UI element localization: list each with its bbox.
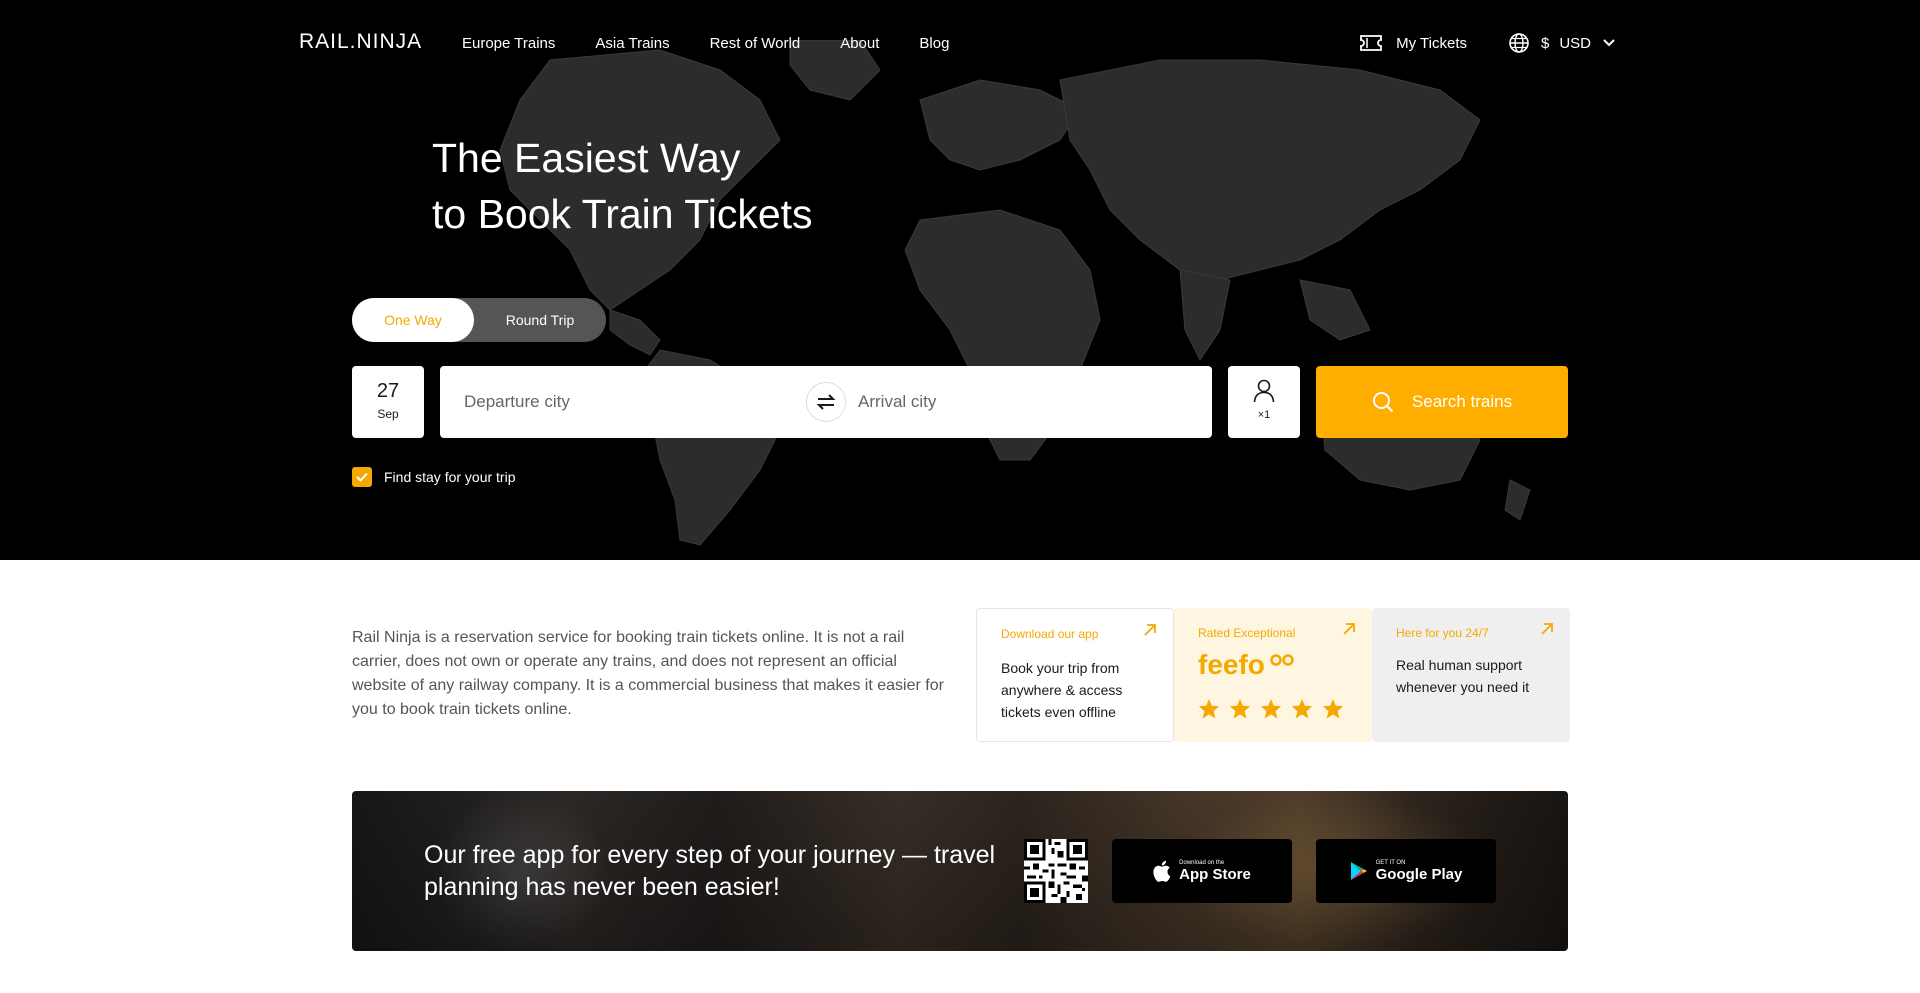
currency-code: USD <box>1559 34 1591 52</box>
chevron-down-icon <box>1603 39 1615 47</box>
google-play-label: GET IT ON Google Play <box>1376 860 1463 883</box>
star-icon <box>1198 698 1220 719</box>
card-text: Book your trip from anywhere & access ti… <box>1001 660 1123 720</box>
globe-icon <box>1509 33 1529 53</box>
arrow-up-right-icon <box>1144 624 1156 636</box>
swap-icon <box>816 394 836 410</box>
google-play-big-text: Google Play <box>1375 865 1463 883</box>
currency-symbol: $ <box>1540 34 1550 52</box>
arrival-city-input[interactable] <box>858 366 1188 438</box>
trip-type-switch: One Way Round Trip <box>352 298 606 342</box>
nav-europe-trains[interactable]: Europe Trains <box>462 35 555 52</box>
card-title: Here for you 24/7 <box>1396 626 1489 640</box>
person-icon <box>1253 379 1275 403</box>
svg-text:feefo: feefo <box>1198 650 1265 680</box>
my-tickets-link[interactable]: My Tickets <box>1360 35 1467 52</box>
star-icon <box>1260 698 1282 719</box>
arrow-up-right-icon <box>1343 623 1355 635</box>
hero-section: RAIL.NINJA Europe Trains Asia Trains Res… <box>0 0 1920 560</box>
ticket-icon <box>1360 35 1383 51</box>
card-download-app[interactable]: Download our app Book your trip from any… <box>976 608 1174 742</box>
checkbox-checked[interactable] <box>352 467 372 487</box>
google-play-button[interactable]: GET IT ON Google Play <box>1316 839 1496 903</box>
nav-asia-trains[interactable]: Asia Trains <box>595 35 669 52</box>
departure-city-input[interactable] <box>464 366 794 438</box>
card-title: Download our app <box>1001 627 1099 641</box>
date-picker[interactable]: 27 Sep <box>352 366 424 438</box>
app-store-big-text: App Store <box>1179 865 1251 883</box>
nav-about[interactable]: About <box>840 35 879 52</box>
arrow-up-right-icon <box>1541 623 1553 635</box>
passenger-count: ×1 <box>1257 409 1271 421</box>
app-store-label: Download on the App Store <box>1179 860 1251 883</box>
google-play-icon <box>1350 862 1367 880</box>
main-nav: Europe Trains Asia Trains Rest of World … <box>462 35 949 52</box>
hero-headline: The Easiest Way to Book Train Tickets <box>432 130 813 242</box>
star-icon <box>1229 698 1251 719</box>
card-rated-exceptional[interactable]: Rated Exceptional feefo <box>1174 608 1372 742</box>
my-tickets-label: My Tickets <box>1396 34 1467 52</box>
headline-line-1: The Easiest Way <box>432 135 741 181</box>
nav-right: My Tickets $ USD <box>1360 33 1615 53</box>
disclaimer-text: Rail Ninja is a reservation service for … <box>352 629 944 718</box>
card-title: Rated Exceptional <box>1198 626 1296 640</box>
search-trains-label: Search trains <box>1411 392 1513 411</box>
date-day: 27 <box>376 380 400 402</box>
feefo-logo: feefo <box>1198 650 1294 680</box>
checkmark-icon <box>356 472 368 482</box>
currency-selector[interactable]: $ USD <box>1509 33 1615 53</box>
find-stay-label: Find stay for your trip <box>384 469 516 485</box>
passengers-selector[interactable]: ×1 <box>1228 366 1300 438</box>
search-icon <box>1372 392 1394 413</box>
app-store-button[interactable]: Download on the App Store <box>1112 839 1292 903</box>
swap-cities-button[interactable] <box>806 382 846 422</box>
card-text: Real human support whenever you need it <box>1396 657 1530 695</box>
logo[interactable]: RAIL.NINJA <box>299 30 422 54</box>
star-icon <box>1322 698 1344 719</box>
trip-round-trip[interactable]: Round Trip <box>474 298 606 342</box>
apple-icon <box>1153 860 1171 882</box>
trip-one-way[interactable]: One Way <box>352 298 474 342</box>
nav-blog[interactable]: Blog <box>919 35 949 52</box>
find-stay-checkbox[interactable]: Find stay for your trip <box>352 467 516 487</box>
headline-line-2: to Book Train Tickets <box>432 191 813 237</box>
card-support[interactable]: Here for you 24/7 Real human support whe… <box>1372 608 1570 742</box>
date-month: Sep <box>377 407 399 421</box>
city-fields <box>440 366 1212 438</box>
nav-rest-of-world[interactable]: Rest of World <box>710 35 801 52</box>
search-trains-button[interactable]: Search trains <box>1316 366 1568 438</box>
star-icon <box>1291 698 1313 719</box>
rating-stars <box>1198 698 1344 719</box>
banner-text: Our free app for every step of your jour… <box>424 841 996 901</box>
top-navigation: RAIL.NINJA Europe Trains Asia Trains Res… <box>0 0 1920 88</box>
app-banner: Our free app for every step of your jour… <box>352 791 1568 951</box>
qr-code[interactable] <box>1024 839 1088 903</box>
